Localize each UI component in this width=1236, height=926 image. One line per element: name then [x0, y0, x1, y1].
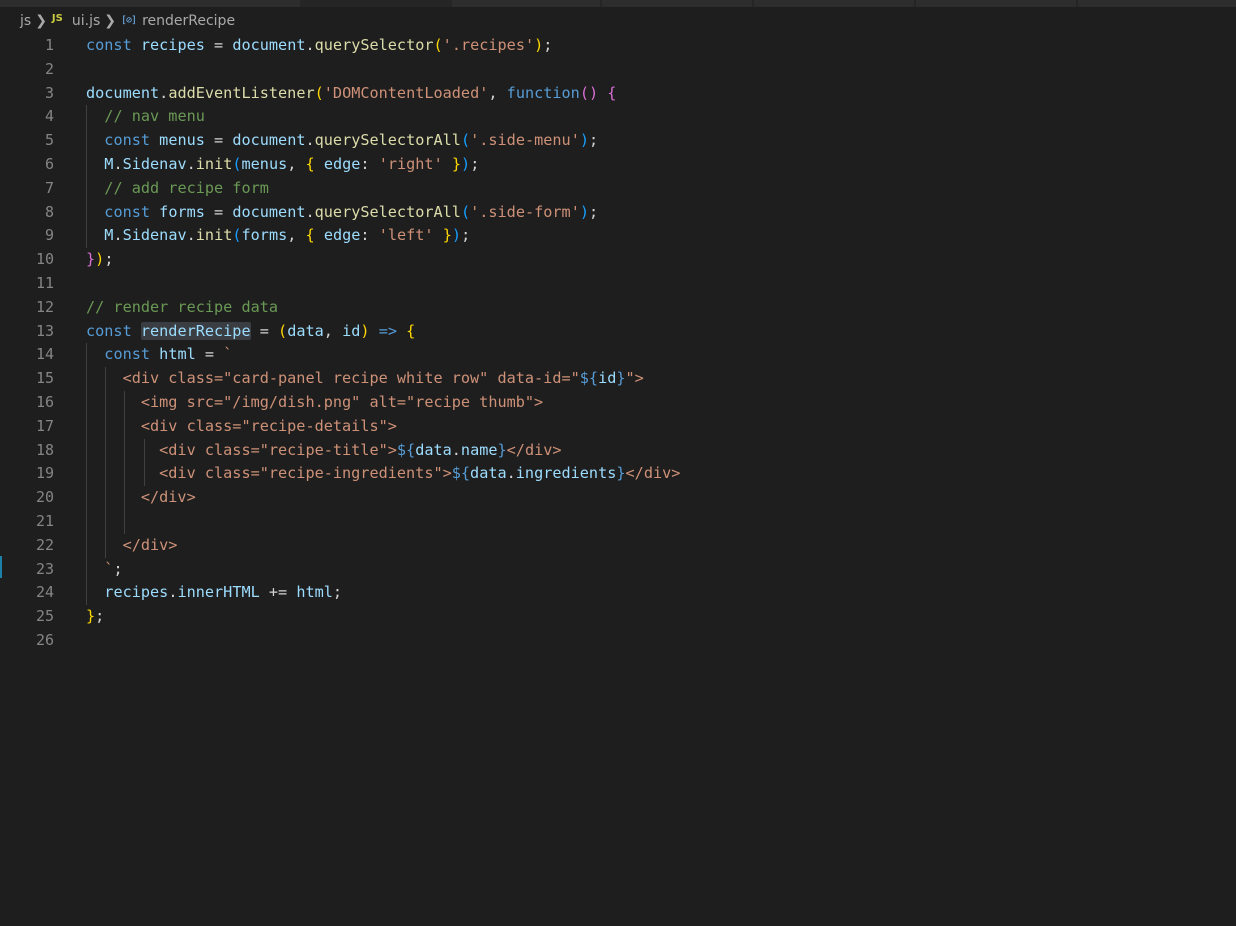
line-number: 26 [35, 630, 54, 649]
line-number: 6 [44, 154, 54, 173]
code-text: <div class="card-panel recipe white row"… [86, 369, 644, 388]
line-number: 17 [35, 416, 54, 435]
code-line[interactable]: 21 [0, 509, 1236, 534]
line-number: 14 [35, 345, 54, 364]
line-number: 13 [35, 321, 54, 340]
code-line[interactable]: 13 const renderRecipe = (data, id) => { [0, 320, 1236, 344]
code-line[interactable]: 6 M.Sidenav.init(menus, { edge: 'right' … [0, 152, 1236, 177]
line-number: 11 [35, 273, 54, 292]
breadcrumb-file[interactable]: ui.js [72, 13, 100, 29]
code-line[interactable]: 12 // render recipe data [0, 296, 1236, 320]
line-number: 3 [44, 83, 54, 102]
line-number: 24 [35, 583, 54, 602]
code-text: const html = ` [104, 345, 233, 364]
javascript-file-icon: JS [51, 12, 63, 24]
indent-guide [124, 509, 126, 534]
code-text: const forms = document.querySelectorAll(… [104, 202, 599, 221]
breadcrumb-symbol[interactable]: renderRecipe [142, 13, 235, 29]
code-line[interactable]: 14 const html = ` [0, 343, 1236, 368]
code-line[interactable]: 8 const forms = document.querySelectorAl… [0, 200, 1236, 225]
code-text: const renderRecipe = (data, id) => { [86, 321, 416, 340]
code-line[interactable]: 22 </div> [0, 533, 1236, 558]
line-number: 8 [44, 202, 54, 221]
code-line[interactable]: 18 <div class="recipe-title">${data.name… [0, 438, 1236, 463]
code-line[interactable]: 19 <div class="recipe-ingredients">${dat… [0, 462, 1236, 487]
code-text: // add recipe form [104, 178, 269, 197]
variable-symbol-icon: [⊘] [121, 14, 137, 26]
code-line[interactable]: 20 </div> [0, 486, 1236, 510]
code-line[interactable]: 5 const menus = document.querySelectorAl… [0, 129, 1236, 153]
line-number: 15 [35, 369, 54, 388]
code-text: }); [86, 250, 114, 269]
code-line[interactable]: 9 M.Sidenav.init(forms, { edge: 'left' }… [0, 224, 1236, 249]
code-text: document.addEventListener('DOMContentLoa… [86, 83, 617, 102]
line-number: 1 [44, 36, 54, 54]
code-text: // nav menu [104, 107, 205, 126]
code-text: M.Sidenav.init(menus, { edge: 'right' })… [104, 154, 480, 173]
line-number: 16 [35, 392, 54, 411]
code-text: <div class="recipe-details"> [86, 416, 397, 435]
editor-tab[interactable] [754, 0, 915, 7]
line-number: 12 [35, 297, 54, 316]
line-number: 21 [35, 511, 54, 530]
code-line[interactable]: 4 // nav menu [0, 105, 1236, 130]
code-line[interactable]: 7 // add recipe form [0, 176, 1236, 201]
code-line[interactable]: 2 [0, 58, 1236, 82]
breadcrumb: js ❯ JS ui.js ❯ [⊘] renderRecipe [20, 9, 235, 33]
tab-strip [0, 0, 1236, 7]
line-number: 23 [35, 559, 54, 578]
code-line[interactable]: 23 `; [0, 557, 1236, 582]
editor-tab[interactable] [1078, 0, 1236, 7]
code-line[interactable]: 26 [0, 629, 1236, 653]
chevron-right-icon: ❯ [104, 13, 116, 29]
line-number: 5 [44, 131, 54, 150]
editor-tab[interactable] [0, 0, 301, 7]
code-line[interactable]: 25}; [0, 605, 1236, 629]
code-line[interactable]: 24 recipes.innerHTML += html; [0, 581, 1236, 606]
code-text: const recipes = document.querySelector('… [86, 36, 553, 54]
code-line[interactable]: 16 <img src="/img/dish.png" alt="recipe … [0, 390, 1236, 415]
editor-tab[interactable] [452, 0, 601, 7]
breadcrumb-folder[interactable]: js [20, 13, 31, 29]
line-number: 20 [35, 488, 54, 507]
code-text: <div class="recipe-title">${data.name}</… [86, 440, 562, 459]
code-text: const menus = document.querySelectorAll(… [104, 131, 599, 150]
editor-tab[interactable] [602, 0, 753, 7]
indent-guide [86, 509, 87, 534]
code-text: `; [104, 559, 123, 578]
line-number: 2 [44, 59, 54, 78]
indent-guide [105, 509, 107, 534]
line-number: 10 [35, 250, 54, 269]
line-number: 7 [44, 178, 54, 197]
line-number: 22 [35, 535, 54, 554]
code-text: M.Sidenav.init(forms, { edge: 'left' }); [104, 226, 471, 245]
code-text: <img src="/img/dish.png" alt="recipe thu… [86, 392, 544, 411]
code-text: }; [86, 607, 105, 626]
line-number: 9 [44, 226, 54, 245]
line-number: 25 [35, 607, 54, 626]
line-number: 19 [35, 464, 54, 483]
code-text: // render recipe data [86, 297, 279, 316]
code-line[interactable]: 17 <div class="recipe-details"> [0, 414, 1236, 439]
code-line[interactable]: 15 <div class="card-panel recipe white r… [0, 367, 1236, 391]
editor-tab[interactable] [916, 0, 1077, 7]
line-number: 18 [35, 440, 54, 459]
code-line[interactable]: 3 document.addEventListener('DOMContentLo… [0, 82, 1236, 106]
code-text: recipes.innerHTML += html; [104, 583, 343, 602]
code-text: <div class="recipe-ingredients">${data.i… [86, 464, 681, 483]
code-editor[interactable]: 1 const recipes = document.querySelector(… [0, 34, 1236, 653]
chevron-right-icon: ❯ [35, 13, 47, 29]
code-line[interactable]: 10}); [0, 248, 1236, 272]
code-line[interactable]: 1 const recipes = document.querySelector(… [0, 34, 1236, 58]
code-line[interactable]: 11 [0, 272, 1236, 296]
line-number: 4 [44, 107, 54, 126]
code-text: </div> [86, 488, 196, 507]
code-text: </div> [86, 535, 178, 554]
